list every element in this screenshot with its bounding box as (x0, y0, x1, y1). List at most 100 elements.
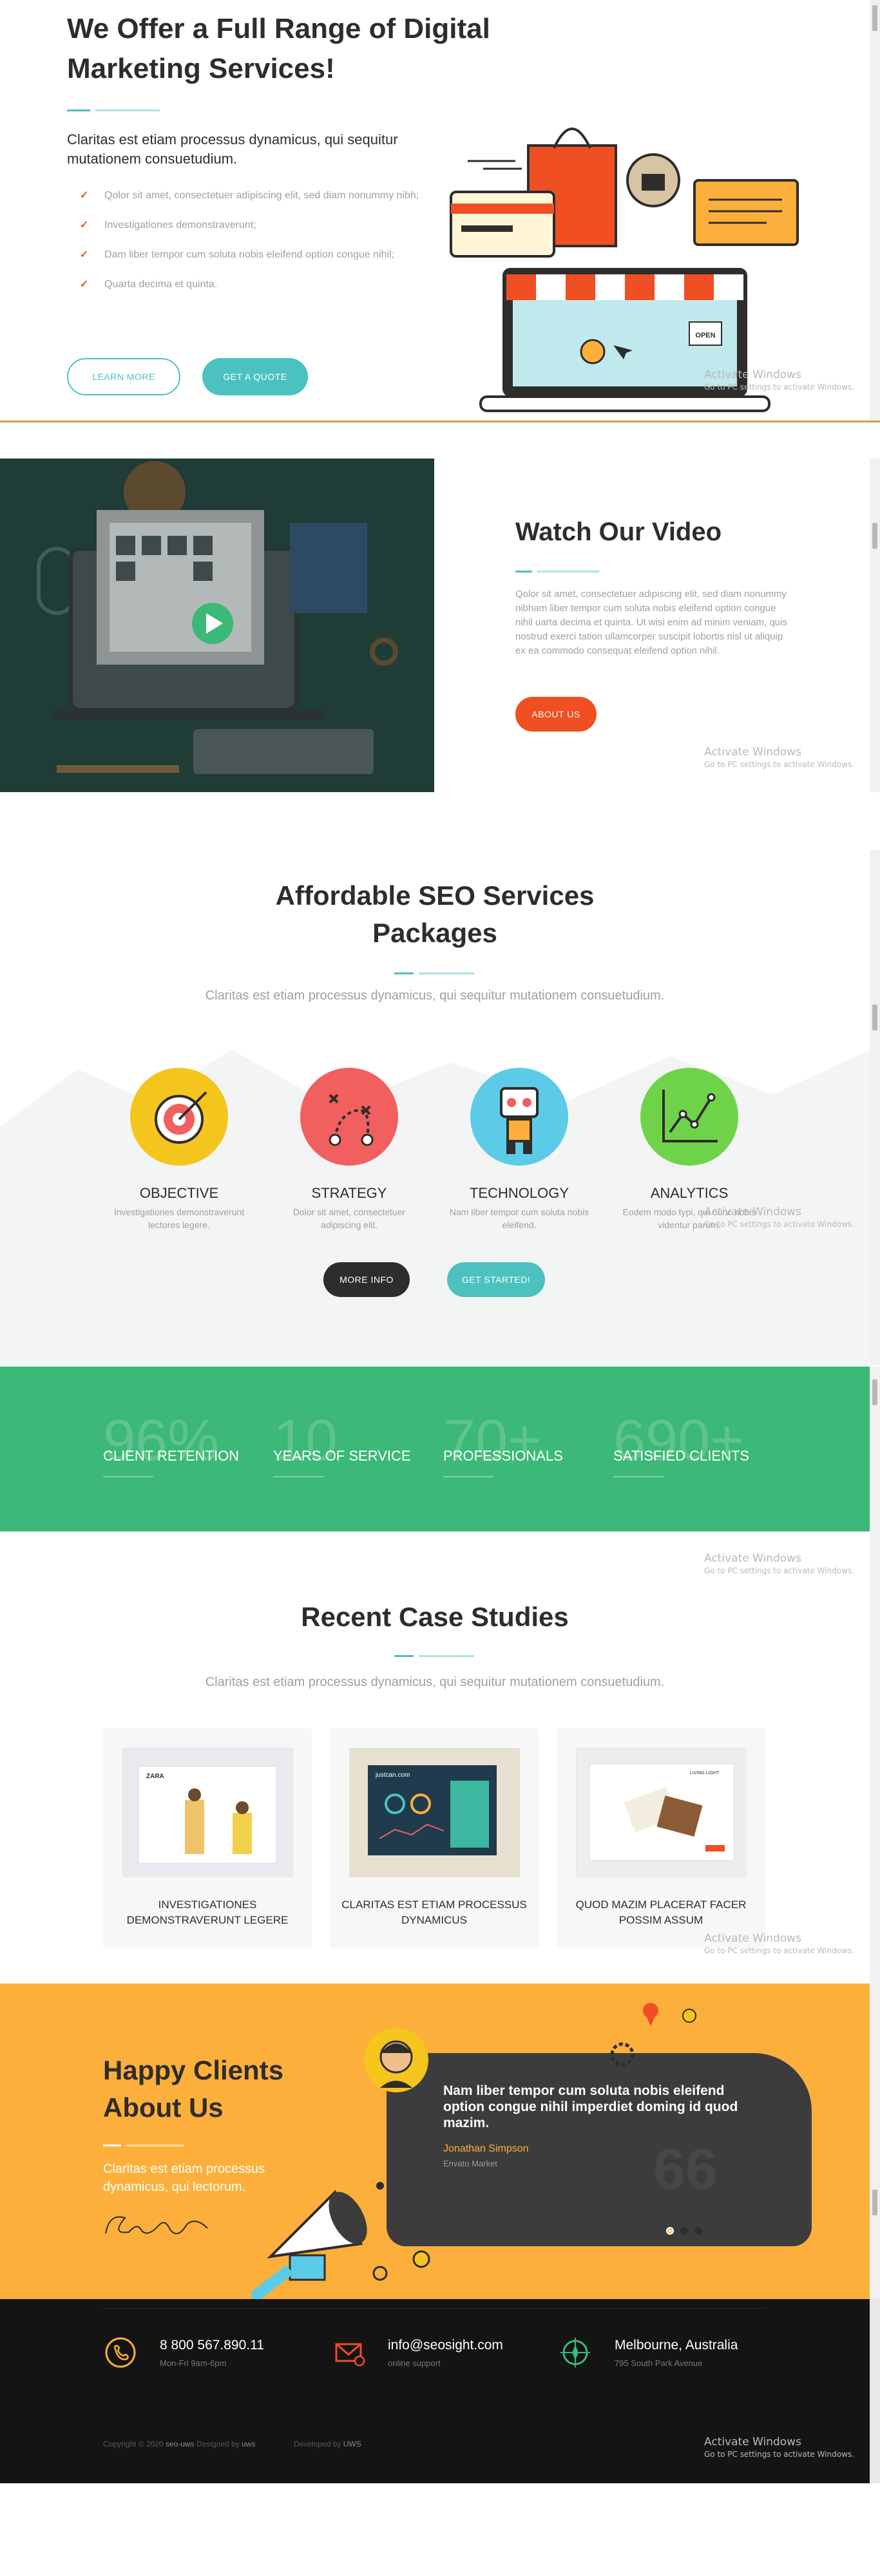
get-started-button[interactable]: Get Started! (447, 1262, 545, 1297)
scrollbar[interactable] (870, 2299, 880, 2483)
about-us-button[interactable]: About Us (515, 697, 597, 732)
cases-title: Recent Case Studies (301, 1602, 569, 1632)
scrollbar-thumb[interactable] (872, 523, 877, 549)
shop-open-sign: OPEN (695, 332, 715, 339)
clients-title: Happy Clients About Us (103, 2055, 284, 2123)
stat-label: Professionals (443, 1448, 563, 1464)
services-section: We Offer a Full Range of Digital Marketi… (0, 0, 880, 422)
case-caption: Quod mazim placerat facer possim assum (575, 1899, 747, 1926)
list-item: ✓ Quarta decima et quinta. (80, 277, 439, 292)
package-desc: Nam liber tempor cum soluta nobis eleife… (449, 1207, 589, 1230)
package-desc: Investigationes demonstraverunt lectores… (113, 1207, 245, 1230)
email-note: online support (388, 2358, 441, 2368)
package-name: Technology (469, 1185, 569, 1201)
case-study-card[interactable]: ZARA Investigationes demonstraverunt leg… (103, 1728, 312, 1947)
scrollbar[interactable] (870, 1984, 880, 2299)
stat-underline (273, 1476, 323, 1477)
target-icon (130, 1068, 228, 1166)
robot-icon (470, 1068, 568, 1166)
testimonials-section: Happy Clients About Us Claritas est etia… (0, 1984, 880, 2299)
street-address: 795 South Park Avenue (615, 2358, 703, 2368)
seo-title-underline (394, 972, 414, 974)
scrollbar[interactable] (870, 459, 880, 792)
check-icon: ✓ (80, 190, 89, 201)
stat-satisfied-clients: 690+ Satisfied Clients (613, 1412, 749, 1477)
carousel-pagination (666, 2227, 702, 2235)
phone-number[interactable]: 8 800 567.890.11 (160, 2338, 264, 2353)
stat-underline (443, 1476, 493, 1477)
stat-label: Satisfied Clients (613, 1448, 750, 1464)
seo-title: Affordable SEO Services Packages (275, 880, 595, 948)
package-strategy: Strategy Dolor sit amet, consectetuer ad… (278, 1068, 420, 1231)
scrollbar[interactable] (870, 850, 880, 1365)
stats-section: 96% Client Retention 10 Years of Service… (0, 1367, 880, 1531)
more-info-button[interactable]: More Info (323, 1262, 410, 1297)
package-desc: Dolor sit amet, consectetuer adipiscing … (292, 1207, 406, 1230)
cases-title-underline-accent (419, 1655, 474, 1657)
testimonial-bubble: Nam liber tempor cum soluta nobis eleife… (387, 2053, 812, 2246)
stat-professionals: 70+ Professionals (443, 1412, 563, 1477)
scrollbar[interactable] (870, 1531, 880, 1984)
package-objective: Objective Investigationes demonstraverun… (108, 1068, 250, 1231)
learn-more-button[interactable]: Learn More (67, 358, 180, 395)
services-subtitle: Claritas est etiam processus dynamicus, … (67, 131, 398, 167)
developer-link[interactable]: UWS (343, 2439, 361, 2448)
stat-client-retention: 96% Client Retention (103, 1412, 239, 1477)
video-description: Qolor sit amet, consectetuer adipiscing … (515, 589, 787, 656)
cases-title-underline (394, 1655, 414, 1657)
get-quote-button[interactable]: Get a Quote (202, 358, 308, 395)
scrollbar-thumb[interactable] (872, 2190, 877, 2215)
list-item: ✓ Qolor sit amet, consectetuer adipiscing… (80, 188, 439, 204)
services-title: We Offer a Full Range of Digital Marketi… (67, 13, 490, 84)
scrollbar-thumb[interactable] (872, 5, 877, 31)
case-studies-section: Activate Windows Go to PC settings to ac… (0, 1531, 880, 1984)
title-underline-accent (95, 109, 160, 111)
activate-windows-watermark: Activate Windows Go to PC settings to ac… (703, 746, 854, 769)
check-icon: ✓ (80, 220, 89, 231)
clients-title-underline-accent (126, 2145, 184, 2146)
package-technology: Technology Nam liber tempor cum soluta n… (448, 1068, 590, 1231)
city: Melbourne, Australia (615, 2338, 738, 2353)
compass-icon (560, 2338, 590, 2367)
case-thumbnail: justcan.com (349, 1748, 520, 1877)
list-item: ✓ Dam liber tempor cum soluta nobis eleif… (80, 247, 439, 263)
scrollbar[interactable] (870, 0, 880, 421)
carousel-dot[interactable] (680, 2227, 688, 2235)
case-study-card[interactable]: justcan.com Claritas est etiam processus… (330, 1728, 539, 1947)
video-title-underline (515, 571, 532, 573)
seo-title-underline-accent (419, 972, 474, 974)
email-address[interactable]: info@seosight.com (388, 2338, 503, 2353)
activate-windows-watermark: Activate Windows Go to PC settings to ac… (703, 2436, 854, 2459)
scrollbar[interactable] (870, 1367, 880, 1531)
footer: 8 800 567.890.11 Mon-Fri 9am-6pm info@se… (0, 2299, 880, 2483)
stat-underline (613, 1476, 664, 1477)
clients-title-underline (103, 2145, 121, 2146)
scrollbar-thumb[interactable] (872, 1005, 877, 1030)
designer-link[interactable]: uws (242, 2439, 255, 2448)
testimonial-quote: Nam liber tempor cum soluta nobis eleife… (443, 2083, 738, 2130)
scrollbar-thumb[interactable] (872, 1379, 877, 1405)
carousel-dot[interactable] (666, 2227, 674, 2235)
testimonial-company: Envato Market (443, 2159, 497, 2168)
case-brand: ZARA (146, 1773, 164, 1780)
copyright-brand-link[interactable]: seo-uws (166, 2439, 195, 2448)
email-icon (335, 2343, 365, 2367)
client-avatar (364, 2028, 428, 2092)
phone-icon (105, 2337, 136, 2368)
case-caption: Investigationes demonstraverunt legere (126, 1899, 289, 1926)
check-icon: ✓ (80, 249, 89, 260)
case-thumbnail: LIVING LIGHT (576, 1748, 747, 1877)
case-study-card[interactable]: LIVING LIGHT Quod mazim placerat facer p… (557, 1728, 765, 1947)
stat-label: Years of Service (273, 1448, 411, 1464)
case-brand: justcan.com (375, 1772, 410, 1779)
video-thumbnail[interactable] (0, 459, 434, 792)
title-underline (67, 109, 90, 111)
activate-windows-watermark: Activate Windows Go to PC settings to ac… (703, 1206, 854, 1229)
seo-subtitle: Claritas est etiam processus dynamicus, … (205, 989, 665, 1003)
carousel-dot[interactable] (694, 2227, 702, 2235)
stat-underline (103, 1476, 153, 1477)
list-item: ✓ Investigationes demonstraverunt; (80, 218, 439, 233)
case-thumbnail: ZARA (122, 1748, 293, 1877)
decorative-icons (610, 2003, 696, 2067)
cases-subtitle: Claritas est etiam processus dynamicus, … (205, 1675, 665, 1689)
